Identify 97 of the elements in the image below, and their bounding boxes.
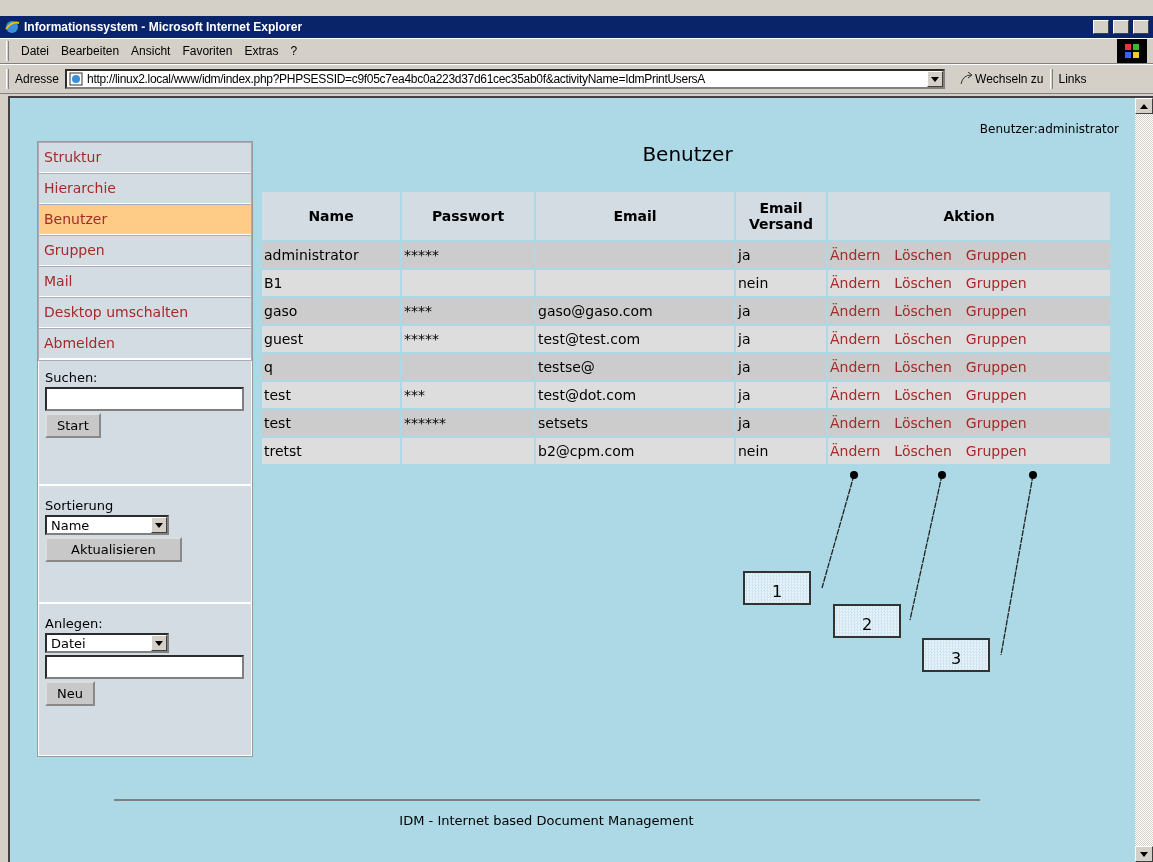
nav-link[interactable]: Benutzer [39,205,251,236]
scrollbar[interactable] [1135,98,1153,862]
address-label: Adresse [15,72,60,86]
create-label: Anlegen: [45,616,103,631]
action-link[interactable]: Gruppen [965,358,1027,375]
action-link[interactable]: Ändern [830,274,881,291]
sort-label: Sortierung [45,498,114,513]
action-link[interactable]: Ändern [830,442,881,459]
action-link[interactable]: Gruppen [965,442,1027,459]
table-cell: ja [736,382,826,408]
table-cell: ja [736,354,826,380]
action-link[interactable]: Löschen [894,246,952,263]
scroll-down-icon[interactable] [1140,851,1148,857]
table-cell: ja [736,242,826,268]
links-button[interactable]: Links [1058,72,1087,86]
menu-item[interactable]: Ansicht [131,44,171,58]
action-link[interactable]: Gruppen [965,386,1027,403]
minimize-button[interactable] [1093,20,1109,34]
close-button[interactable] [1133,20,1149,34]
dropdown-arrow-icon [155,522,163,528]
page-title: Benutzer [642,142,733,166]
menu-item[interactable]: ? [290,44,298,58]
table-cell: test [262,410,400,436]
menu-item[interactable]: Favoriten [182,44,233,58]
action-link[interactable]: Ändern [830,302,881,319]
action-link[interactable]: Ändern [830,386,881,403]
name-field[interactable] [45,655,244,679]
table-cell: testse@ [536,354,734,380]
search-field[interactable] [45,387,244,411]
table-cell: q [262,354,400,380]
action-link[interactable]: Gruppen [965,302,1027,319]
table-cell: nein [736,438,826,464]
table-cell: test@dot.com [536,382,734,408]
table-cell: tretst [262,438,400,464]
windows-logo-icon [1117,39,1147,63]
table-cell: test [262,382,400,408]
table-cell: ja [736,326,826,352]
table-cell: ***** [402,242,534,268]
action-link[interactable]: Löschen [894,302,952,319]
window-title: Informationssystem - Microsoft Internet Explorer [24,20,304,34]
dropdown-arrow-icon [155,640,163,646]
action-link[interactable]: Ändern [830,330,881,347]
menu-item[interactable]: Datei [21,44,49,58]
menu-item[interactable]: Extras [244,44,279,58]
action-link[interactable]: Ändern [830,358,881,375]
action-link[interactable]: Gruppen [965,414,1027,431]
table-cell: guest [262,326,400,352]
sort-select[interactable]: Name [45,515,169,535]
callout-label: 1 [743,571,811,605]
table-cell: test@test.com [536,326,734,352]
go-button[interactable]: Wechseln zu [975,72,1044,86]
action-link[interactable]: Gruppen [965,246,1027,263]
user-info: Benutzer:administrator [979,122,1119,136]
column-header: Aktion [828,192,1110,240]
table-cell: ja [736,298,826,324]
table-cell: gaso [262,298,400,324]
action-link[interactable]: Löschen [894,414,952,431]
action-link[interactable]: Löschen [894,274,952,291]
update-button[interactable]: Aktualisieren [45,537,182,562]
table-cell: administrator [262,242,400,268]
callout-label: 3 [922,638,990,672]
callout-label: 2 [833,604,901,638]
action-link[interactable]: Löschen [894,386,952,403]
table-cell: setsets [536,410,734,436]
dropdown-arrow-icon [931,76,940,82]
scroll-up-icon[interactable] [1140,103,1148,109]
table-cell: *** [402,382,534,408]
create-select[interactable]: Datei [45,633,169,653]
maximize-button[interactable] [1113,20,1129,34]
table-cell: nein [736,270,826,296]
table-cell: ***** [402,326,534,352]
address-field[interactable]: http://linux2.local/www/idm/index.php?PHPSESSID=c9f05c7ea4bc0a223d37d61cec35ab0f&activityName=IdmPrintUsersA [65,69,946,89]
footer-text: IDM - Internet based Document Management [399,813,694,828]
action-link[interactable]: Ändern [830,246,881,263]
action-link[interactable]: Gruppen [965,330,1027,347]
table-cell: **** [402,298,534,324]
table-cell: B1 [262,270,400,296]
new-button[interactable]: Neu [45,681,95,706]
column-header: Email Versand [736,192,826,240]
column-header: Name [262,192,400,240]
action-link[interactable]: Gruppen [965,274,1027,291]
page-icon [69,72,84,86]
table-cell: gaso@gaso.com [536,298,734,324]
browser-logo-icon [4,19,20,35]
start-button[interactable]: Start [45,413,101,438]
table-cell: ja [736,410,826,436]
action-link[interactable]: Ändern [830,414,881,431]
search-label: Suchen: [45,370,98,385]
action-link[interactable]: Löschen [894,358,952,375]
menu-item[interactable]: Bearbeiten [61,44,120,58]
column-header: Passwort [402,192,534,240]
table-cell: ****** [402,410,534,436]
table-cell: b2@cpm.com [536,438,734,464]
action-link[interactable]: Löschen [894,330,952,347]
dropdown-button[interactable] [927,71,944,87]
action-link[interactable]: Löschen [894,442,952,459]
column-header: Email [536,192,734,240]
